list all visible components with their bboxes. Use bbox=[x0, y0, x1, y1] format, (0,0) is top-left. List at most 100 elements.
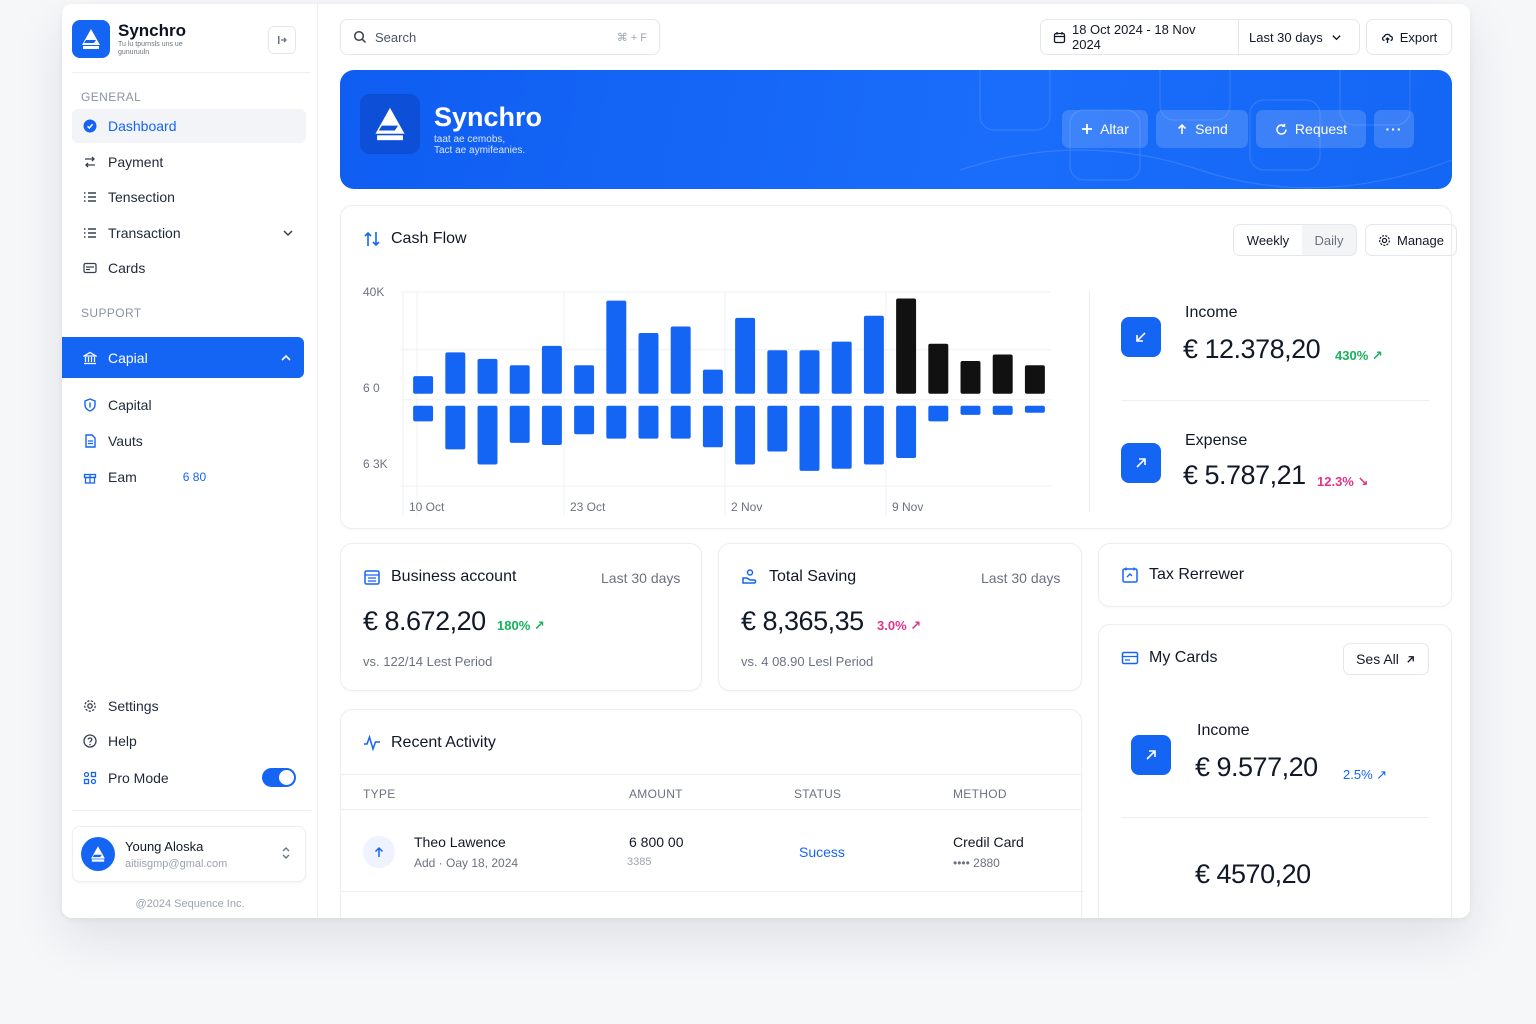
table-row[interactable]: Theo Lawence Add · Oay 18, 2024 6 800 00… bbox=[341, 810, 1083, 892]
user-profile-card[interactable]: Young Aloska aitiisgmp@gmal.com bbox=[72, 826, 306, 882]
gear-icon bbox=[1379, 234, 1390, 246]
see-all-button[interactable]: Ses All bbox=[1343, 643, 1429, 675]
card-income-label: Income bbox=[1197, 722, 1250, 739]
cash-flow-card: Cash Flow Weekly Daily Manage 40K 6 0 6 3K… bbox=[340, 205, 1457, 529]
y-tick-label: 40K bbox=[363, 285, 384, 299]
chart-divider bbox=[1089, 290, 1090, 512]
sidebar-item-tensection[interactable]: Tensection bbox=[72, 180, 306, 214]
income-bar bbox=[735, 317, 756, 394]
income-bar bbox=[541, 345, 562, 394]
send-button[interactable]: Send bbox=[1156, 110, 1248, 148]
expense-bar bbox=[863, 405, 884, 465]
expense-bar bbox=[799, 405, 820, 471]
calendar-edit-icon bbox=[1122, 567, 1138, 583]
altar-label: Altar bbox=[1100, 121, 1129, 137]
request-label: Request bbox=[1294, 121, 1348, 137]
income-arrow-icon bbox=[1121, 317, 1161, 357]
row-method-sub: •••• 2880 bbox=[953, 856, 1000, 870]
expense-bar bbox=[606, 405, 627, 439]
app-window: Synchro Tu lu tpurnsls uns ue gunuruuln … bbox=[62, 4, 1470, 918]
x-tick-label: 10 Oct bbox=[409, 500, 445, 514]
sidebar-item-label: Settings bbox=[108, 698, 159, 714]
sidebar-item-cards[interactable]: Cards bbox=[72, 251, 306, 285]
altar-button[interactable]: Altar bbox=[1062, 110, 1148, 148]
stat-divider bbox=[1121, 400, 1429, 401]
income-pct-value: 430% bbox=[1335, 348, 1369, 363]
sidebar-item-label: Dashboard bbox=[108, 118, 177, 134]
status-badge: Sucess bbox=[799, 844, 845, 860]
business-account-pct: 180% ↗ bbox=[497, 618, 545, 634]
piggy-bank-icon bbox=[742, 569, 757, 584]
date-range-picker[interactable]: 18 Oct 2024 - 18 Nov 2024 Last 30 days bbox=[1040, 19, 1360, 55]
sidebar-item-settings[interactable]: Settings bbox=[72, 689, 306, 723]
sidebar-item-label: Eam bbox=[108, 469, 137, 485]
transfer-icon bbox=[82, 154, 98, 170]
row-amount: 6 800 00 bbox=[629, 834, 684, 850]
card-income-arrow-icon bbox=[1131, 735, 1171, 775]
total-saving-comparison: vs. 4 08.90 Lesl Period bbox=[741, 654, 874, 669]
export-label: Export bbox=[1399, 29, 1438, 45]
card-income-value: € 9.577,20 bbox=[1195, 752, 1318, 782]
user-name: Young Aloska bbox=[125, 838, 204, 854]
total-saving-title: Total Saving bbox=[741, 568, 856, 586]
tax-card[interactable]: Tax Rerrewer bbox=[1098, 543, 1452, 607]
request-button[interactable]: Request bbox=[1256, 110, 1366, 148]
sidebar-item-label: Tensection bbox=[108, 189, 175, 205]
trend-up-icon: ↗ bbox=[910, 618, 922, 633]
expense-bar bbox=[574, 405, 595, 435]
total-saving-card[interactable]: Total Saving Last 30 days € 8,365,35 3.0… bbox=[718, 543, 1082, 691]
export-button[interactable]: Export bbox=[1366, 19, 1452, 55]
expense-bar bbox=[896, 405, 917, 458]
section-label-support: SUPPORT bbox=[81, 306, 142, 320]
y-tick-label: 6 3K bbox=[363, 457, 388, 471]
sidebar-item-transaction[interactable]: Transaction bbox=[72, 216, 306, 250]
row-name: Theo Lawence bbox=[414, 834, 506, 850]
sidebar-collapse-button[interactable] bbox=[268, 26, 296, 54]
business-account-card[interactable]: Business account Last 30 days € 8.672,20… bbox=[340, 543, 702, 691]
sidebar-item-payment[interactable]: Payment bbox=[72, 145, 306, 179]
income-label: Income bbox=[1185, 304, 1238, 321]
weekly-tab[interactable]: Weekly bbox=[1234, 225, 1302, 255]
weekly-daily-toggle: Weekly Daily bbox=[1233, 224, 1357, 256]
manage-button[interactable]: Manage bbox=[1365, 224, 1457, 256]
expense-value: € 5.787,21 bbox=[1183, 460, 1306, 490]
brand-name: Synchro bbox=[118, 21, 187, 40]
daily-tab[interactable]: Daily bbox=[1302, 225, 1356, 255]
y-tick-label: 6 0 bbox=[363, 381, 380, 395]
main-content: Search ⌘ + F 18 Oct 2024 - 18 Nov 2024 L… bbox=[318, 4, 1470, 918]
sidebar-item-vauts[interactable]: Vauts bbox=[72, 424, 306, 458]
period-select[interactable]: Last 30 days bbox=[1239, 30, 1342, 45]
income-bar bbox=[831, 341, 852, 394]
date-range-text: 18 Oct 2024 - 18 Nov 2024 bbox=[1071, 22, 1196, 52]
eam-badge: 6 80 bbox=[182, 470, 207, 484]
income-bar bbox=[928, 343, 949, 394]
sidebar-divider bbox=[72, 810, 311, 811]
hero-title: Synchro bbox=[434, 102, 543, 132]
sidebar-item-help[interactable]: Help bbox=[72, 724, 306, 758]
chevron-up-icon bbox=[280, 351, 292, 367]
income-bar bbox=[960, 360, 981, 394]
sidebar-item-capital[interactable]: Capital bbox=[72, 388, 306, 422]
more-button[interactable]: ··· bbox=[1374, 110, 1414, 148]
sidebar-item-eam[interactable]: Eam 6 80 bbox=[72, 460, 306, 494]
my-cards-title-text: My Cards bbox=[1149, 649, 1218, 666]
dashboard-icon bbox=[82, 118, 98, 134]
help-icon bbox=[82, 733, 98, 749]
card-icon bbox=[1121, 651, 1139, 665]
tax-title: Tax Rerrewer bbox=[1121, 566, 1244, 584]
sidebar-item-dashboard[interactable]: Dashboard bbox=[72, 109, 306, 143]
pro-mode-toggle[interactable] bbox=[262, 768, 296, 787]
recent-activity-title-text: Recent Activity bbox=[391, 734, 496, 751]
expense-bar bbox=[445, 405, 466, 450]
collapse-icon bbox=[278, 36, 287, 44]
search-input[interactable]: Search ⌘ + F bbox=[340, 19, 660, 55]
row-sub: Add · Oay 18, 2024 bbox=[414, 856, 519, 870]
sidebar-item-label: Cards bbox=[108, 260, 146, 276]
brand[interactable]: Synchro Tu lu tpurnsls uns ue gunuruuln bbox=[72, 20, 198, 58]
copyright: @2024 Sequence Inc. bbox=[135, 898, 245, 910]
sidebar-group-capial[interactable]: Capial bbox=[62, 337, 304, 378]
column-status: STATUS bbox=[794, 787, 842, 801]
expense-pct: 12.3% ↘ bbox=[1317, 474, 1368, 490]
sidebar-item-label: Pro Mode bbox=[108, 770, 169, 786]
brand-logo-icon bbox=[72, 20, 110, 58]
